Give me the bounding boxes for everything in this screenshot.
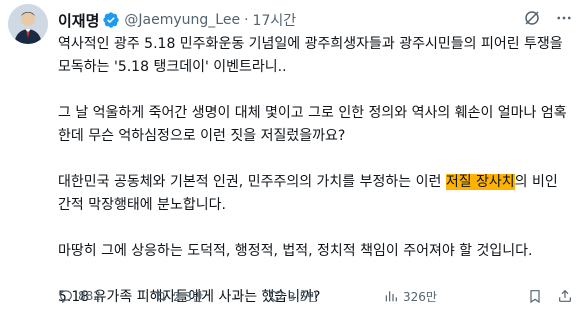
repost-button[interactable]: 2.3만: [153, 288, 268, 305]
more-icon[interactable]: [555, 9, 573, 27]
like-count: 3.5만: [288, 289, 319, 304]
views-button[interactable]: 326만: [383, 288, 503, 305]
reply-button[interactable]: 882: [58, 288, 153, 304]
repost-count: 2.3만: [173, 289, 204, 304]
paragraph-1: 역사적인 광주 5.18 민주화운동 기념일에 광주희생자들과 광주시민들의 피…: [58, 36, 563, 75]
view-count: 326만: [403, 289, 437, 304]
heart-icon: [269, 290, 283, 303]
timestamp[interactable]: 17시간: [253, 10, 297, 30]
tweet-header: 이재명 @Jaemyung_Lee · 17시간: [58, 9, 296, 31]
verified-badge-icon: [102, 11, 120, 29]
reply-count: 882: [78, 289, 101, 303]
like-button[interactable]: 3.5만: [268, 288, 383, 305]
highlighted-phrase: 저질 장사치: [445, 174, 515, 190]
bookmark-icon: [530, 290, 540, 304]
repost-icon: [155, 290, 167, 302]
share-button[interactable]: [557, 288, 573, 304]
share-icon: [559, 289, 571, 302]
paragraph-4: 마땅히 그에 상응하는 도덕적, 행정적, 법적, 정치적 책임이 주어져야 할…: [58, 243, 533, 259]
separator-dot: ·: [244, 12, 249, 28]
avatar[interactable]: [8, 4, 48, 44]
user-handle[interactable]: @Jaemyung_Lee: [124, 12, 240, 28]
paragraph-3-start: 대한민국 공동체와 기본적 인권, 민주주의의 가치를 부정하는 이런: [58, 174, 446, 190]
display-name[interactable]: 이재명: [58, 10, 99, 31]
mute-icon[interactable]: [523, 9, 541, 27]
reply-icon: [60, 290, 72, 304]
top-right-controls: [523, 9, 573, 27]
tweet: 이재명 @Jaemyung_Lee · 17시간 역사적인 광주 5.18 민주…: [0, 0, 581, 321]
paragraph-2: 그 날 억울하게 죽어간 생명이 대체 몇이고 그로 인한 정의와 역사의 훼손…: [58, 105, 567, 144]
action-bar: 882 2.3만 3.5만 326만: [58, 285, 573, 307]
bookmark-button[interactable]: [527, 288, 543, 304]
action-bar-right: [527, 288, 573, 304]
views-icon: [385, 291, 397, 302]
paragraph-3: 대한민국 공동체와 기본적 인권, 민주주의의 가치를 부정하는 이런 저질 장…: [58, 171, 568, 217]
